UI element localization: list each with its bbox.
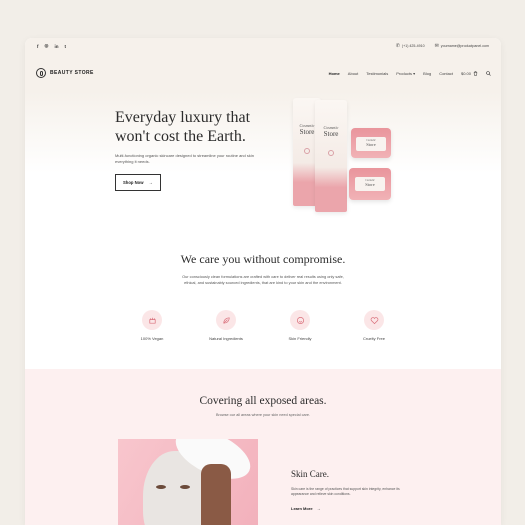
twitter-icon[interactable]: t — [64, 44, 66, 49]
areas-title: Covering all exposed areas. — [199, 395, 327, 407]
bag-icon — [473, 70, 478, 76]
areas-section: Covering all exposed areas. Browse our a… — [25, 369, 501, 525]
feature-item: Cruelty Free — [337, 310, 411, 341]
mail-icon: ✉ — [434, 43, 439, 49]
vegan-icon — [142, 310, 162, 330]
cart-button[interactable]: $0.00 — [460, 70, 478, 76]
care-title: We care you without compromise. — [180, 252, 346, 266]
face-icon — [290, 310, 310, 330]
site-header: BEAUTY STORE Home About Testimonials Pro… — [25, 54, 501, 92]
feature-item: Natural Ingredients — [189, 310, 263, 341]
product-jar: Cosmetic Store — [351, 128, 391, 158]
areas-subtitle: Browse our all areas where your skin nee… — [215, 413, 311, 417]
logo-icon — [36, 68, 46, 78]
arrow-right-icon: → — [148, 180, 153, 185]
top-bar: f ◎ in t ✆ (+1) 425-4910 ✉ yourname@produc… — [25, 38, 501, 54]
nav-home[interactable]: Home — [329, 71, 340, 76]
skin-care-photo — [118, 439, 258, 525]
product-tube: Cosmetic Store — [315, 100, 347, 212]
eye-image — [180, 485, 190, 489]
eye-image — [156, 485, 166, 489]
nav-contact[interactable]: Contact — [439, 71, 453, 76]
email-link[interactable]: ✉ yourname@productpanel.com — [435, 43, 489, 49]
nav-testimonials[interactable]: Testimonials — [366, 71, 388, 76]
browser-frame: f ◎ in t ✆ (+1) 425-4910 ✉ yourname@produc… — [25, 38, 501, 525]
skin-care-text: Skin care is the range of practices that… — [291, 487, 400, 496]
hero-text: Everyday luxury that won't cost the Eart… — [115, 108, 275, 191]
arrow-right-icon: → — [316, 506, 321, 511]
leaf-icon — [216, 310, 236, 330]
product-jar: Cosmetic Store — [349, 168, 391, 200]
nav-about[interactable]: About — [348, 71, 358, 76]
hero-subtitle: Multi-functioning organic skincare desig… — [115, 153, 254, 164]
cart-total: $0.00 — [460, 70, 471, 76]
product-image: Cosmetic Store Cosmetic Store Cosmetic Stor… — [293, 98, 413, 218]
feature-item: Skin Friendly — [263, 310, 337, 341]
heart-icon — [364, 310, 384, 330]
learn-more-link[interactable]: Learn More → — [291, 506, 401, 511]
facebook-icon[interactable]: f — [37, 44, 39, 49]
nav-blog[interactable]: Blog — [423, 71, 431, 76]
phone-link[interactable]: ✆ (+1) 425-4910 — [396, 43, 425, 49]
hero-title: Everyday luxury that won't cost the Eart… — [115, 109, 251, 145]
phone-icon: ✆ — [395, 43, 400, 49]
feature-item: 100% Vegan — [115, 310, 189, 341]
skin-care-block: Skin Care. Skin care is the range of pra… — [291, 469, 401, 511]
hair-image — [201, 464, 231, 525]
contact-info: ✆ (+1) 425-4910 ✉ yourname@productpanel.co… — [396, 43, 489, 49]
nav-products[interactable]: Products ▾ — [396, 71, 415, 76]
brand-logo[interactable]: BEAUTY STORE — [36, 68, 94, 78]
social-links: f ◎ in t — [37, 43, 66, 49]
skin-care-title: Skin Care. — [291, 469, 329, 479]
feature-list: 100% Vegan Natural Ingredients Skin Frie… — [25, 310, 501, 341]
care-text: Our consciously clean formulations are c… — [182, 274, 344, 285]
shop-now-button[interactable]: Shop Now → — [115, 174, 161, 191]
search-icon[interactable] — [486, 70, 491, 76]
instagram-icon[interactable]: ◎ — [45, 43, 49, 49]
linkedin-icon[interactable]: in — [54, 44, 58, 49]
main-nav: Home About Testimonials Products ▾ Blog … — [329, 70, 491, 76]
brand-name: BEAUTY STORE — [50, 70, 94, 76]
